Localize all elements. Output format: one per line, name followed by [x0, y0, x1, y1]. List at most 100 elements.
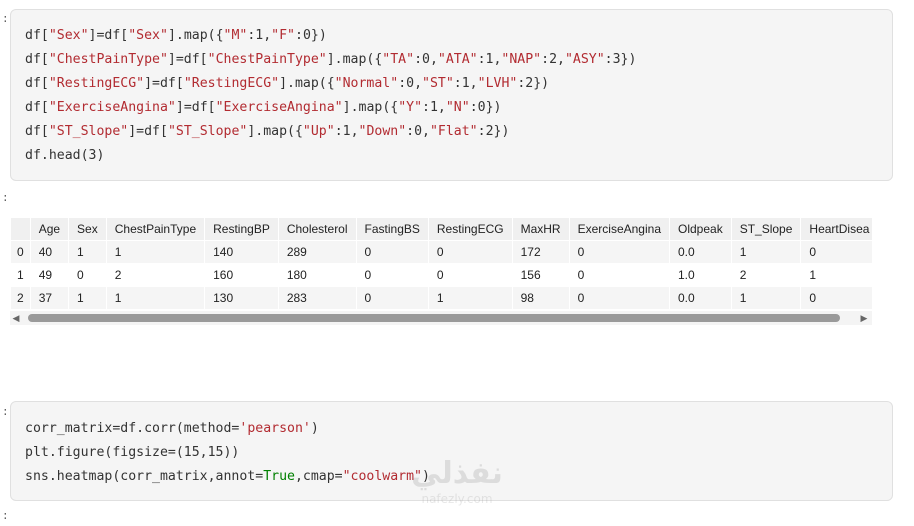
- code-line: corr_matrix=df.corr(method='pearson'): [25, 417, 892, 441]
- code-token: 'pearson': [239, 421, 311, 436]
- code-token: "RestingECG": [183, 76, 280, 91]
- code-token: "ChestPainType": [48, 52, 168, 67]
- code-editor[interactable]: corr_matrix=df.corr(method='pearson')plt…: [11, 417, 892, 489]
- code-token: :0,: [406, 124, 430, 139]
- code-token: :1,: [334, 124, 359, 139]
- table-cell: 1: [105, 286, 206, 310]
- table-row: 2 37 1 1 130 283 0 1 98 0 0.0 1 0: [10, 286, 872, 310]
- code-token: "Y": [398, 100, 423, 115]
- scroll-left-arrow-icon[interactable]: ◀: [10, 312, 22, 324]
- table-cell: 1: [730, 286, 802, 310]
- code-token: plt.figure(figsize=(15,15)): [25, 445, 240, 460]
- row-index: 0: [10, 240, 31, 264]
- dataframe-output: Age Sex ChestPainType RestingBP Cholesterol F…: [10, 217, 872, 325]
- table-cell: 0: [355, 240, 429, 264]
- code-token: "NAP": [501, 52, 542, 67]
- code-token: ]=df[: [128, 124, 168, 139]
- column-header: Cholesterol: [277, 217, 357, 241]
- code-token: "Down": [358, 124, 407, 139]
- code-token: df[: [25, 124, 49, 139]
- code-token: ].map({: [167, 28, 224, 43]
- code-token: df[: [25, 100, 49, 115]
- table-cell: 0.0: [669, 286, 732, 310]
- row-index: 1: [10, 263, 31, 287]
- code-token: :1,: [453, 76, 478, 91]
- code-token: :1,: [422, 100, 446, 115]
- column-header: HeartDisea: [800, 217, 872, 241]
- code-token: ]=df[: [175, 100, 216, 115]
- column-header: ChestPainType: [105, 217, 206, 241]
- code-token: :0}): [469, 100, 502, 115]
- column-header: ST_Slope: [730, 217, 802, 241]
- code-line: df["RestingECG"]=df["RestingECG"].map({"…: [25, 72, 892, 96]
- code-line: sns.heatmap(corr_matrix,annot=True,cmap=…: [25, 465, 892, 489]
- code-token: sns.heatmap(corr_matrix,annot=: [25, 469, 264, 484]
- table-cell: 289: [277, 240, 357, 264]
- code-token: "ATA": [437, 52, 478, 67]
- column-header: Sex: [68, 217, 107, 241]
- code-token: ].map({: [342, 100, 399, 115]
- code-token: :2,: [541, 52, 565, 67]
- code-token: df[: [25, 52, 49, 67]
- table-row: 0 40 1 1 140 289 0 0 172 0 0.0 1 0: [10, 240, 872, 264]
- table-cell: 0.0: [669, 240, 732, 264]
- code-cell-preprocessing[interactable]: df["Sex"]=df["Sex"].map({"M":1,"F":0}) df…: [10, 9, 893, 181]
- table-cell: 1: [68, 286, 107, 310]
- table-cell: 1.0: [669, 263, 732, 287]
- code-token: "F": [271, 28, 295, 43]
- code-token: "TA": [382, 52, 415, 67]
- table-cell: 98: [511, 286, 570, 310]
- code-token: ): [310, 421, 319, 436]
- table-row: 1 49 0 2 160 180 0 0 156 0 1.0 2 1: [10, 263, 872, 287]
- horizontal-scrollbar[interactable]: ◀ ▶: [10, 311, 872, 325]
- table-cell: 0: [568, 286, 671, 310]
- code-token: "Normal": [334, 76, 399, 91]
- code-token: df[: [25, 76, 49, 91]
- code-token: "Sex": [48, 28, 89, 43]
- scrollbar-thumb[interactable]: [28, 314, 840, 322]
- table-cell: 37: [29, 286, 70, 310]
- code-token: :2}): [517, 76, 550, 91]
- column-header: Oldpeak: [669, 217, 732, 241]
- table-cell: 283: [277, 286, 357, 310]
- code-token: :0,: [414, 52, 438, 67]
- table-cell: 156: [511, 263, 570, 287]
- code-token: "ST_Slope": [167, 124, 248, 139]
- column-header: ExerciseAngina: [568, 217, 671, 241]
- code-token: :3}): [604, 52, 637, 67]
- table-cell: 0: [355, 286, 429, 310]
- table-cell: 2: [730, 263, 802, 287]
- code-token: "M": [223, 28, 248, 43]
- code-token: corr_matrix=df.corr(method=: [25, 421, 240, 436]
- table-cell: 0: [568, 240, 671, 264]
- code-token: ].map({: [247, 124, 303, 139]
- table-cell: 0: [800, 286, 872, 310]
- code-cell-heatmap[interactable]: corr_matrix=df.corr(method='pearson')plt…: [10, 401, 893, 501]
- code-token: "ExerciseAngina": [215, 100, 343, 115]
- table-header-row: Age Sex ChestPainType RestingBP Cholesterol F…: [10, 217, 872, 241]
- code-token: "Sex": [128, 28, 168, 43]
- table-cell: 0: [68, 263, 107, 287]
- table-cell: 1: [800, 263, 872, 287]
- code-line: df["ST_Slope"]=df["ST_Slope"].map({"Up":…: [25, 120, 892, 144]
- code-token: ]=df[: [167, 52, 208, 67]
- column-header: RestingECG: [427, 217, 513, 241]
- column-header: RestingBP: [204, 217, 279, 241]
- code-token: ,cmap=: [294, 469, 343, 484]
- index-header: [10, 217, 31, 241]
- table-cell: 130: [204, 286, 279, 310]
- code-token: :0}): [295, 28, 327, 43]
- table-cell: 160: [204, 263, 279, 287]
- scroll-right-arrow-icon[interactable]: ▶: [858, 312, 870, 324]
- cell-prompt: :: [2, 14, 9, 26]
- code-token: "N": [445, 100, 470, 115]
- code-editor[interactable]: df["Sex"]=df["Sex"].map({"M":1,"F":0}) df…: [11, 24, 892, 168]
- code-line: df.head(3): [25, 144, 892, 168]
- code-token: "Flat": [429, 124, 478, 139]
- table-cell: 40: [29, 240, 70, 264]
- table-cell: 2: [105, 263, 206, 287]
- dataframe-table: Age Sex ChestPainType RestingBP Cholesterol F…: [10, 217, 872, 310]
- table-cell: 1: [730, 240, 802, 264]
- code-token: df[: [25, 28, 49, 43]
- code-token: ]=df[: [144, 76, 184, 91]
